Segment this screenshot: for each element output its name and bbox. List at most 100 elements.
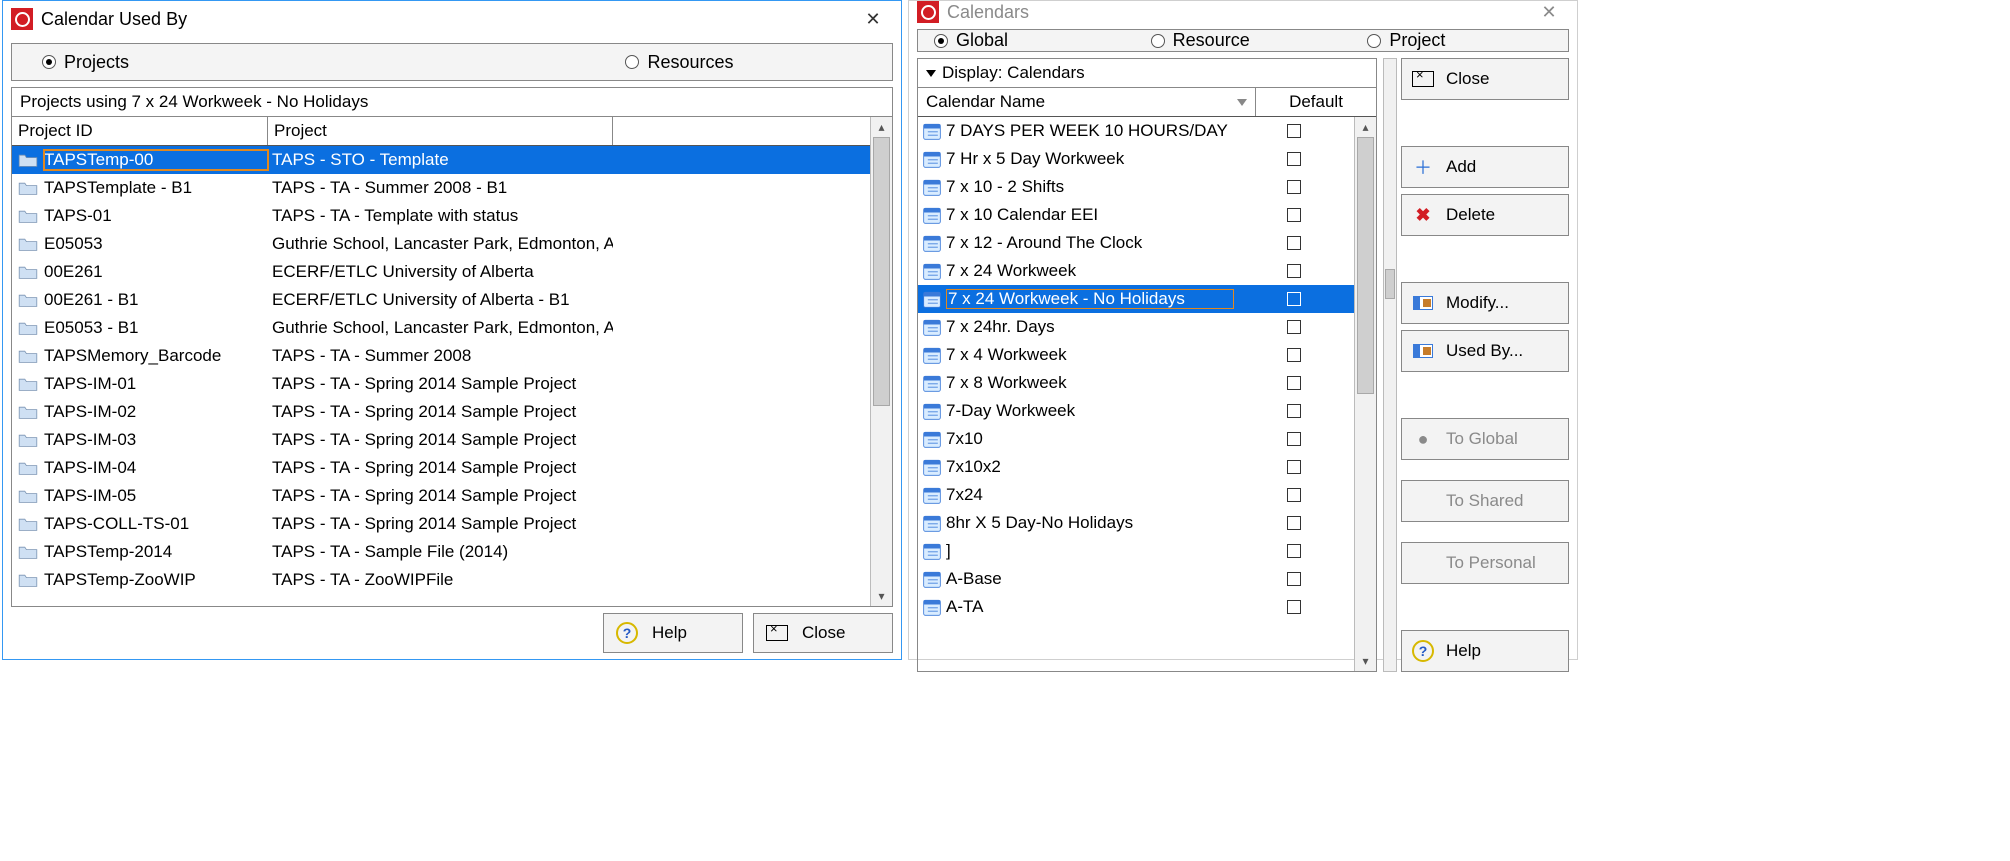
- calendar-icon: [918, 401, 946, 421]
- default-checkbox[interactable]: [1234, 572, 1354, 586]
- help-icon: ?: [1412, 640, 1434, 662]
- table-row[interactable]: TAPSTemp-2014TAPS - TA - Sample File (20…: [12, 538, 870, 566]
- table-row[interactable]: 7 x 24 Workweek: [918, 257, 1354, 285]
- add-button[interactable]: ＋ Add: [1401, 146, 1569, 188]
- table-row[interactable]: TAPSMemory_BarcodeTAPS - TA - Summer 200…: [12, 342, 870, 370]
- project-id-cell: TAPSMemory_Barcode: [44, 346, 268, 366]
- close-button[interactable]: Close: [753, 613, 893, 653]
- table-row[interactable]: TAPS-IM-01TAPS - TA - Spring 2014 Sample…: [12, 370, 870, 398]
- table-row[interactable]: 7 Hr x 5 Day Workweek: [918, 145, 1354, 173]
- calendar-name-cell: 7x24: [946, 485, 1234, 505]
- table-row[interactable]: TAPSTemplate - B1TAPS - TA - Summer 2008…: [12, 174, 870, 202]
- table-row[interactable]: TAPS-IM-03TAPS - TA - Spring 2014 Sample…: [12, 426, 870, 454]
- calendar-name-cell: 7 x 24hr. Days: [946, 317, 1234, 337]
- table-row[interactable]: 7 x 10 - 2 Shifts: [918, 173, 1354, 201]
- table-row[interactable]: A-Base: [918, 565, 1354, 593]
- table-row[interactable]: 7 x 12 - Around The Clock: [918, 229, 1354, 257]
- table-row[interactable]: 7 DAYS PER WEEK 10 HOURS/DAY: [918, 117, 1354, 145]
- project-name-cell: TAPS - TA - Sample File (2014): [268, 542, 613, 562]
- modify-button[interactable]: Modify...: [1401, 282, 1569, 324]
- table-row[interactable]: A-TA: [918, 593, 1354, 621]
- default-checkbox[interactable]: [1234, 292, 1354, 306]
- default-checkbox[interactable]: [1234, 600, 1354, 614]
- table-row[interactable]: 8hr X 5 Day-No Holidays: [918, 509, 1354, 537]
- default-checkbox[interactable]: [1234, 152, 1354, 166]
- project-name-cell: Guthrie School, Lancaster Park, Edmonton…: [268, 318, 613, 338]
- radio-project[interactable]: Project: [1351, 30, 1568, 51]
- default-checkbox[interactable]: [1234, 516, 1354, 530]
- col-project-id[interactable]: Project ID: [12, 117, 268, 145]
- folder-icon: [12, 264, 44, 280]
- help-button[interactable]: ? Help: [1401, 630, 1569, 672]
- default-checkbox[interactable]: [1234, 432, 1354, 446]
- close-button[interactable]: Close: [1401, 58, 1569, 100]
- folder-icon: [12, 432, 44, 448]
- window-close-button[interactable]: ✕: [1529, 1, 1569, 23]
- scroll-down-icon[interactable]: ▾: [871, 586, 892, 606]
- table-row[interactable]: 00E261 - B1ECERF/ETLC University of Albe…: [12, 286, 870, 314]
- col-project[interactable]: Project: [268, 117, 613, 145]
- table-row[interactable]: E05053Guthrie School, Lancaster Park, Ed…: [12, 230, 870, 258]
- radio-resources[interactable]: Resources: [467, 44, 892, 80]
- help-button[interactable]: ? Help: [603, 613, 743, 653]
- table-row[interactable]: TAPS-01TAPS - TA - Template with status: [12, 202, 870, 230]
- folder-icon: [12, 180, 44, 196]
- table-row[interactable]: 00E261ECERF/ETLC University of Alberta: [12, 258, 870, 286]
- default-checkbox[interactable]: [1234, 488, 1354, 502]
- table-row[interactable]: 7 x 8 Workweek: [918, 369, 1354, 397]
- default-checkbox[interactable]: [1234, 208, 1354, 222]
- projects-grid: Project ID Project TAPSTemp-00TAPS - STO…: [11, 117, 893, 607]
- table-row[interactable]: 7 x 24hr. Days: [918, 313, 1354, 341]
- default-checkbox[interactable]: [1234, 124, 1354, 138]
- table-row[interactable]: 7x10x2: [918, 453, 1354, 481]
- table-row[interactable]: TAPS-IM-04TAPS - TA - Spring 2014 Sample…: [12, 454, 870, 482]
- radio-global[interactable]: Global: [918, 30, 1135, 51]
- default-checkbox[interactable]: [1234, 264, 1354, 278]
- projects-grid-header: Project ID Project: [12, 117, 870, 146]
- scroll-up-icon[interactable]: ▴: [1355, 117, 1376, 137]
- radio-resource[interactable]: Resource: [1135, 30, 1352, 51]
- table-row[interactable]: TAPS-IM-05TAPS - TA - Spring 2014 Sample…: [12, 482, 870, 510]
- calendars-scrollbar[interactable]: ▴ ▾: [1354, 117, 1376, 671]
- default-checkbox[interactable]: [1234, 348, 1354, 362]
- default-checkbox[interactable]: [1234, 544, 1354, 558]
- default-checkbox[interactable]: [1234, 376, 1354, 390]
- project-id-cell: E05053: [44, 234, 268, 254]
- default-checkbox[interactable]: [1234, 460, 1354, 474]
- col-default[interactable]: Default: [1256, 88, 1376, 116]
- window-close-button[interactable]: ✕: [853, 1, 893, 37]
- col-calendar-name[interactable]: Calendar Name: [918, 88, 1256, 116]
- default-checkbox[interactable]: [1234, 180, 1354, 194]
- default-checkbox[interactable]: [1234, 236, 1354, 250]
- project-name-cell: TAPS - TA - Spring 2014 Sample Project: [268, 402, 613, 422]
- table-row[interactable]: TAPS-IM-02TAPS - TA - Spring 2014 Sample…: [12, 398, 870, 426]
- close-button-label: Close: [1446, 69, 1489, 89]
- radio-projects-label: Projects: [64, 52, 129, 73]
- display-calendars-toggle[interactable]: Display: Calendars: [918, 59, 1376, 88]
- table-row[interactable]: TAPSTemp-00TAPS - STO - Template: [12, 146, 870, 174]
- table-row[interactable]: 7 x 10 Calendar EEI: [918, 201, 1354, 229]
- default-checkbox[interactable]: [1234, 404, 1354, 418]
- table-row[interactable]: TAPSTemp-ZooWIPTAPS - TA - ZooWIPFile: [12, 566, 870, 594]
- table-row[interactable]: TAPS-COLL-TS-01TAPS - TA - Spring 2014 S…: [12, 510, 870, 538]
- used-by-button[interactable]: Used By...: [1401, 330, 1569, 372]
- projects-scrollbar[interactable]: ▴ ▾: [870, 117, 892, 606]
- delete-button[interactable]: ✖ Delete: [1401, 194, 1569, 236]
- scroll-down-icon[interactable]: ▾: [1355, 651, 1376, 671]
- actions-scrollbar[interactable]: [1383, 58, 1397, 672]
- radio-resource-label: Resource: [1173, 30, 1250, 51]
- table-row[interactable]: 7 x 4 Workweek: [918, 341, 1354, 369]
- table-row[interactable]: 7-Day Workweek: [918, 397, 1354, 425]
- scroll-thumb[interactable]: [873, 137, 890, 406]
- table-row[interactable]: 7x10: [918, 425, 1354, 453]
- project-name-cell: TAPS - TA - Spring 2014 Sample Project: [268, 374, 613, 394]
- table-row[interactable]: E05053 - B1Guthrie School, Lancaster Par…: [12, 314, 870, 342]
- radio-projects[interactable]: Projects: [12, 44, 467, 80]
- scroll-up-icon[interactable]: ▴: [871, 117, 892, 137]
- table-row[interactable]: ]: [918, 537, 1354, 565]
- scroll-thumb[interactable]: [1385, 269, 1395, 299]
- default-checkbox[interactable]: [1234, 320, 1354, 334]
- scroll-thumb[interactable]: [1357, 137, 1374, 394]
- table-row[interactable]: 7 x 24 Workweek - No Holidays: [918, 285, 1354, 313]
- table-row[interactable]: 7x24: [918, 481, 1354, 509]
